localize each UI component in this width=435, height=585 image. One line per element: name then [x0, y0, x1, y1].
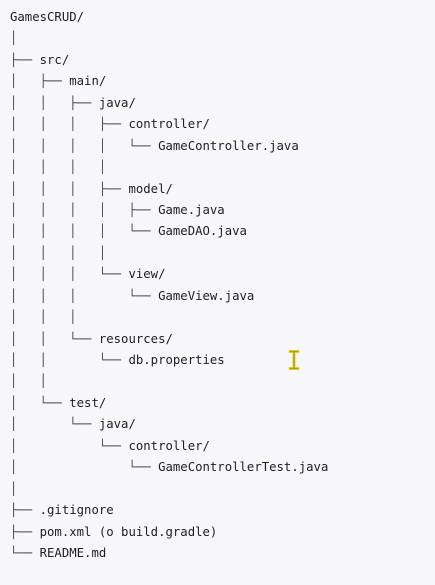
tree-guide: │ │ └── — [10, 353, 129, 367]
tree-guide: │ │ │ — [10, 310, 77, 325]
tree-row: ├── pom.xml (o build.gradle) — [10, 522, 328, 543]
tree-row: │ │ │ └── view/ — [10, 264, 328, 285]
tree-guide: │ └── — [10, 395, 70, 410]
tree-row: │ │ │ │ ├── Game.java — [10, 200, 328, 221]
tree-guide: │ └── — [10, 438, 129, 453]
tree-file-name[interactable]: .gitignore — [40, 503, 114, 517]
tree-folder-name[interactable]: GamesCRUD/ — [10, 10, 84, 24]
tree-guide: │ └── — [10, 417, 99, 432]
tree-file-name[interactable]: GameController.java — [158, 139, 299, 153]
tree-row: │ │ │ │ └── GameController.java — [10, 136, 328, 157]
tree-row: │ │ │ ├── model/ — [10, 179, 328, 200]
tree-row: GamesCRUD/ — [10, 7, 328, 28]
tree-guide: ├── — [10, 52, 40, 67]
tree-folder-name[interactable]: main/ — [69, 74, 106, 88]
tree-file-name[interactable]: pom.xml (o build.gradle) — [40, 525, 218, 539]
tree-row: │ │ ├── java/ — [10, 93, 328, 114]
tree-guide: │ │ │ ├── — [10, 181, 129, 196]
tree-folder-name[interactable]: test/ — [69, 396, 106, 410]
tree-row: │ │ │ │ — [10, 157, 328, 178]
tree-guide: │ │ │ │ └── — [10, 138, 159, 153]
tree-row: │ │ │ │ └── GameDAO.java — [10, 221, 328, 242]
tree-guide: │ — [10, 481, 18, 496]
tree-row: └── README.md — [10, 543, 328, 564]
tree-folder-name[interactable]: model/ — [128, 182, 172, 196]
tree-file-name[interactable]: GameView.java — [158, 289, 254, 303]
tree-row: │ │ └── db.properties — [10, 350, 328, 371]
tree-guide: │ └── — [10, 460, 159, 475]
tree-guide: │ │ │ │ — [10, 245, 107, 260]
tree-row: │ └── test/ — [10, 393, 328, 414]
tree-folder-name[interactable]: resources/ — [99, 332, 173, 346]
tree-file-name[interactable]: GameDAO.java — [158, 224, 247, 238]
tree-row: │ └── java/ — [10, 414, 328, 435]
tree-row: │ — [10, 479, 328, 500]
tree-file-name[interactable]: GameControllerTest.java — [158, 460, 328, 474]
tree-guide: │ │ │ └── — [10, 288, 159, 303]
tree-folder-name[interactable]: java/ — [99, 417, 136, 431]
tree-guide: │ │ │ └── — [10, 267, 129, 282]
tree-guide: │ │ │ │ — [10, 160, 107, 175]
tree-row: │ │ └── resources/ — [10, 329, 328, 350]
tree-guide: │ │ — [10, 374, 48, 389]
tree-guide: └── — [10, 545, 40, 560]
tree-row: │ │ — [10, 371, 328, 392]
tree-row: │ │ │ — [10, 307, 328, 328]
text-cursor-icon — [288, 350, 300, 370]
tree-file-name[interactable]: db.properties — [128, 353, 224, 367]
tree-guide: ├── — [10, 503, 40, 518]
tree-guide: │ │ ├── — [10, 95, 99, 110]
tree-row: ├── .gitignore — [10, 500, 328, 521]
tree-guide: │ │ └── — [10, 331, 99, 346]
tree-guide: │ │ │ ├── — [10, 117, 129, 132]
tree-row: │ │ │ └── GameView.java — [10, 286, 328, 307]
tree-row: ├── src/ — [10, 50, 328, 71]
tree-folder-name[interactable]: src/ — [40, 53, 70, 67]
tree-row: │ └── GameControllerTest.java — [10, 457, 328, 478]
tree-row: │ ├── main/ — [10, 71, 328, 92]
tree-folder-name[interactable]: controller/ — [128, 117, 209, 131]
tree-guide: ├── — [10, 524, 40, 539]
tree-folder-name[interactable]: controller/ — [128, 439, 209, 453]
tree-folder-name[interactable]: java/ — [99, 96, 136, 110]
tree-guide: │ │ │ │ └── — [10, 224, 159, 239]
tree-row: │ └── controller/ — [10, 436, 328, 457]
tree-row: │ — [10, 28, 328, 49]
tree-folder-name[interactable]: view/ — [128, 267, 165, 281]
tree-file-name[interactable]: Game.java — [158, 203, 225, 217]
tree-row: │ │ │ ├── controller/ — [10, 114, 328, 135]
tree-guide: │ — [10, 31, 18, 46]
tree-row: │ │ │ │ — [10, 243, 328, 264]
tree-file-name[interactable]: README.md — [40, 546, 107, 560]
tree-guide: │ ├── — [10, 74, 70, 89]
file-tree: GamesCRUD/│ ├── src/│ ├── main/│ │ ├── ja… — [10, 7, 328, 564]
tree-guide: │ │ │ │ ├── — [10, 202, 159, 217]
